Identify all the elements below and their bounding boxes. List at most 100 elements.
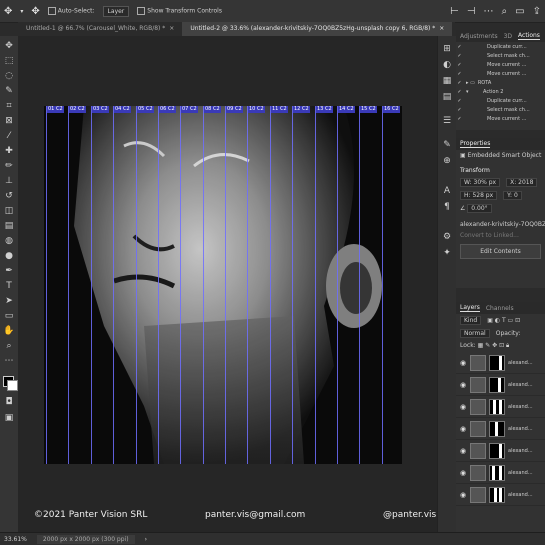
layer-mask[interactable] (489, 464, 505, 481)
align-center-icon[interactable]: ⊣ (467, 6, 476, 17)
layer-row[interactable]: ◉ alexand... (456, 462, 545, 484)
guide-line[interactable] (158, 106, 159, 464)
eyedropper-icon[interactable]: ⁄ (3, 130, 15, 142)
check-icon[interactable]: ✓ (456, 116, 463, 122)
layer-mask[interactable] (489, 420, 505, 437)
guide-line[interactable] (68, 106, 69, 464)
layer-mask[interactable] (489, 354, 505, 371)
gradient-icon[interactable]: ▤ (3, 220, 15, 232)
eye-icon[interactable]: ◉ (459, 425, 467, 433)
layer-row[interactable]: ◉ alexand... (456, 418, 545, 440)
search-icon[interactable]: ⌕ (502, 6, 508, 17)
angle-field[interactable]: 0.00° (467, 204, 492, 213)
distribute-icon[interactable]: ⋯ (484, 6, 494, 17)
color-icon[interactable]: ◐ (442, 60, 452, 70)
frame-tool-icon[interactable]: ⊠ (3, 115, 15, 127)
guide-line[interactable] (315, 106, 316, 464)
action-row[interactable]: ✓ Move current ... (456, 114, 545, 123)
clone-stamp-icon[interactable]: ⊥ (3, 175, 15, 187)
edit-contents-button[interactable]: Edit Contents (460, 244, 541, 259)
blend-mode-dropdown[interactable]: Normal (460, 329, 490, 338)
eraser-icon[interactable]: ◫ (3, 205, 15, 217)
history-brush-icon[interactable]: ↺ (3, 190, 15, 202)
styles-icon[interactable]: ✦ (442, 248, 452, 258)
guide-line[interactable] (270, 106, 271, 464)
zoom-level[interactable]: 33.61% (4, 536, 27, 543)
tab-untitled-1[interactable]: Untitled-1 @ 66.7% (Carousel_White, RGB/… (18, 22, 182, 36)
guide-line[interactable] (247, 106, 248, 464)
rectangle-tool-icon[interactable]: ▭ (3, 310, 15, 322)
layer-mask[interactable] (489, 442, 505, 459)
action-row[interactable]: ✓ Duplicate curr... (456, 42, 545, 51)
tab-layers[interactable]: Layers (460, 304, 480, 312)
glyphs-icon[interactable]: ⚙ (442, 232, 452, 242)
paragraph-icon[interactable]: ¶ (442, 202, 452, 212)
layer-row[interactable]: ◉ alexand... (456, 484, 545, 506)
layer-row[interactable]: ◉ alexand... (456, 440, 545, 462)
align-left-icon[interactable]: ⊢ (450, 6, 459, 17)
properties-title[interactable]: Properties (460, 140, 491, 148)
layer-row[interactable]: ◉ alexand... (456, 352, 545, 374)
auto-select-checkbox[interactable]: Auto-Select: (47, 7, 95, 15)
action-row[interactable]: ✓ Select mask ch... (456, 105, 545, 114)
quick-select-icon[interactable]: ✎ (3, 85, 15, 97)
width-field[interactable]: W: 30% px (460, 178, 501, 187)
x-field[interactable]: X: 2018 (506, 178, 538, 187)
check-icon[interactable]: ✓ (456, 71, 463, 77)
eye-icon[interactable]: ◉ (459, 447, 467, 455)
pen-tool-icon[interactable]: ✒ (3, 265, 15, 277)
guide-line[interactable] (91, 106, 92, 464)
move-tool-icon[interactable]: ✥ (3, 40, 15, 52)
eye-icon[interactable]: ◉ (459, 469, 467, 477)
type-tool-icon[interactable]: T (3, 280, 15, 292)
move-options-icon[interactable]: ✥ (31, 6, 39, 17)
clone-source-icon[interactable]: ⊕ (442, 156, 452, 166)
background-color-swatch[interactable] (7, 380, 18, 391)
gradients-icon[interactable]: ▤ (442, 92, 452, 102)
lock-icons[interactable]: ▦ ✎ ✥ ⊡ 🔒︎ (478, 342, 510, 349)
tab-3d[interactable]: 3D (504, 33, 512, 40)
check-icon[interactable]: ✓ (456, 98, 463, 104)
path-select-icon[interactable]: ➤ (3, 295, 15, 307)
check-icon[interactable]: ✓ (456, 53, 463, 59)
eye-icon[interactable]: ◉ (459, 403, 467, 411)
zoom-tool-icon[interactable]: ⌕ (3, 340, 15, 352)
more-tools-icon[interactable]: ⋯ (3, 355, 15, 367)
guide-line[interactable] (136, 106, 137, 464)
action-set-row[interactable]: ✓ ▸ ▭ ROTA (456, 78, 545, 87)
history-icon[interactable]: ⊞ (442, 44, 452, 54)
check-icon[interactable]: ✓ (456, 62, 463, 68)
guide-line[interactable] (203, 106, 204, 464)
guide-line[interactable] (337, 106, 338, 464)
guide-line[interactable] (382, 106, 383, 464)
screen-mode-icon[interactable]: ▣ (3, 412, 15, 424)
guide-line[interactable] (180, 106, 181, 464)
auto-select-dropdown[interactable]: Layer (102, 5, 130, 17)
dodge-tool-icon[interactable]: ● (3, 250, 15, 262)
quick-mask-icon[interactable]: ◘ (3, 396, 15, 408)
tab-actions[interactable]: Actions (518, 32, 540, 40)
crop-tool-icon[interactable]: ⌗ (3, 100, 15, 112)
guide-line[interactable] (225, 106, 226, 464)
hand-tool-icon[interactable]: ✋ (3, 325, 15, 337)
status-arrow-icon[interactable]: › (145, 536, 147, 543)
chevron-down-icon[interactable]: ▾ (20, 8, 23, 15)
layer-mask[interactable] (489, 398, 505, 415)
guide-line[interactable] (292, 106, 293, 464)
convert-linked-button[interactable]: Convert to Linked... (456, 230, 545, 241)
swatches-icon[interactable]: ▦ (442, 76, 452, 86)
blur-tool-icon[interactable]: ◍ (3, 235, 15, 247)
check-icon[interactable]: ✓ (456, 44, 463, 50)
marquee-tool-icon[interactable]: ⬚ (3, 55, 15, 67)
y-field[interactable]: Y: 0 (503, 191, 522, 200)
layer-row[interactable]: ◉ alexand... (456, 374, 545, 396)
guide-line[interactable] (359, 106, 360, 464)
check-icon[interactable]: ✓ (456, 89, 463, 95)
libraries-icon[interactable]: ☰ (442, 116, 452, 126)
close-icon[interactable]: × (169, 25, 174, 32)
height-field[interactable]: H: 528 px (460, 191, 498, 200)
guide-line[interactable] (113, 106, 114, 464)
move-tool-icon[interactable]: ✥ (4, 6, 12, 17)
layer-mask[interactable] (489, 486, 505, 503)
kind-filter[interactable]: Kind (460, 316, 482, 325)
